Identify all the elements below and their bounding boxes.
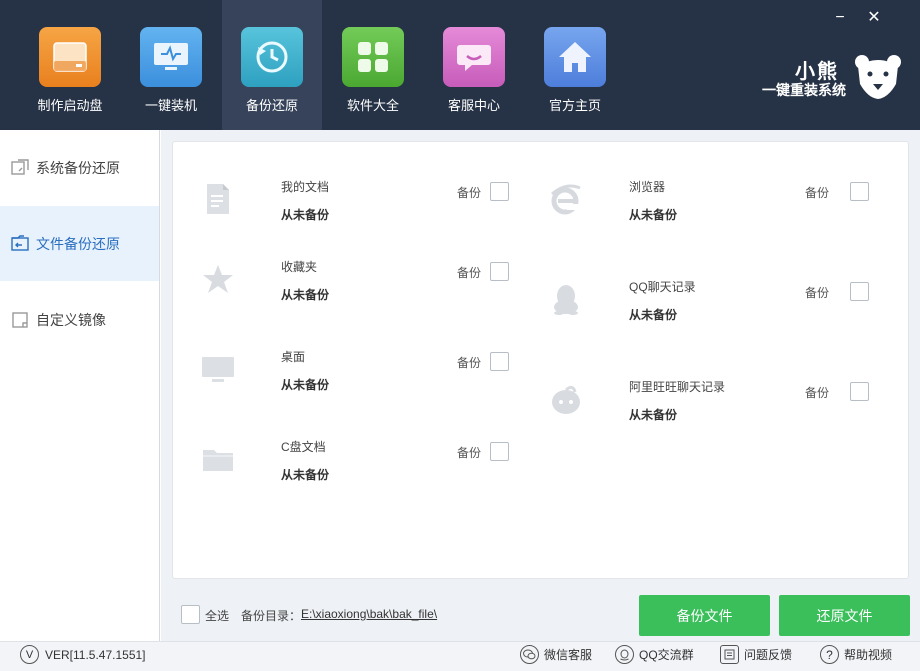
- entry-status: 从未备份: [629, 408, 678, 422]
- backup-entry-c-drive-docs: C盘文档 从未备份 备份: [201, 432, 541, 492]
- entry-status: 从未备份: [281, 378, 330, 392]
- version-text: VER[11.5.47.1551]: [45, 647, 146, 662]
- backup-checkbox-qq-chat[interactable]: [850, 282, 869, 301]
- desktop-icon: [201, 352, 235, 386]
- system-backup-icon: [11, 158, 29, 175]
- backup-dir-link[interactable]: E:\xiaoxiong\bak\bak_file\: [301, 607, 437, 621]
- entry-name: C盘文档: [281, 440, 326, 454]
- backup-entry-favorites: 收藏夹 从未备份 备份: [201, 252, 541, 312]
- chat-bubble-icon: [443, 27, 505, 87]
- nav-make-boot-disk[interactable]: 制作启动盘: [20, 0, 120, 130]
- custom-image-icon: [12, 311, 28, 328]
- select-all-checkbox[interactable]: [181, 605, 200, 624]
- entry-status: 从未备份: [281, 468, 330, 482]
- sidebar-item-custom-image[interactable]: 自定义镜像: [0, 282, 159, 357]
- backup-entry-my-documents: 我的文档 从未备份 备份: [201, 172, 541, 232]
- nav-label: 客服中心: [447, 98, 500, 113]
- entry-name: 桌面: [281, 350, 306, 364]
- version-icon: V: [20, 645, 39, 664]
- footer-link-label: 问题反馈: [744, 648, 793, 662]
- nav-label: 软件大全: [346, 98, 399, 113]
- nav-label: 官方主页: [548, 98, 601, 113]
- footer-link-feedback[interactable]: 问题反馈: [720, 645, 792, 664]
- nav-official-homepage[interactable]: 官方主页: [525, 0, 625, 130]
- backup-checkbox-c-drive-docs[interactable]: [490, 442, 509, 461]
- backup-entry-desktop: 桌面 从未备份 备份: [201, 342, 541, 402]
- entry-name: 收藏夹: [281, 260, 318, 274]
- sidebar-item-label: 自定义镜像: [36, 311, 106, 328]
- entry-name: 浏览器: [629, 180, 666, 194]
- bear-logo-icon: [852, 52, 904, 100]
- backup-entry-aliwangwang-chat: 阿里旺旺聊天记录 从未备份 备份: [549, 372, 889, 432]
- backup-label: 备份: [805, 386, 830, 400]
- backup-label: 备份: [457, 446, 482, 460]
- home-icon: [544, 27, 606, 87]
- document-icon: [201, 182, 235, 216]
- backup-checkbox-my-documents[interactable]: [490, 182, 509, 201]
- nav-label: 制作启动盘: [37, 98, 103, 113]
- footer-link-qq-group[interactable]: QQ交流群: [615, 645, 694, 664]
- backup-label: 备份: [457, 356, 482, 370]
- entry-status: 从未备份: [281, 288, 330, 302]
- entry-status: 从未备份: [281, 208, 330, 222]
- footer-link-label: 帮助视频: [844, 648, 893, 662]
- sidebar-item-label: 系统备份还原: [36, 159, 120, 176]
- monitor-icon: [140, 27, 202, 87]
- version-info[interactable]: V VER[11.5.47.1551]: [20, 645, 146, 664]
- backup-checkbox-browser[interactable]: [850, 182, 869, 201]
- footer-link-wechat-service[interactable]: 微信客服: [520, 645, 592, 664]
- backup-checkbox-favorites[interactable]: [490, 262, 509, 281]
- usb-drive-icon: [39, 27, 101, 87]
- backup-checkbox-aliwangwang-chat[interactable]: [850, 382, 869, 401]
- wechat-icon: [520, 645, 539, 664]
- footer-link-label: 微信客服: [544, 648, 593, 662]
- feedback-icon: [720, 645, 739, 664]
- entry-name: 阿里旺旺聊天记录: [629, 380, 726, 394]
- star-icon: [201, 262, 235, 296]
- backup-dir-label: 备份目录：: [241, 609, 302, 623]
- close-button[interactable]: ✕: [864, 8, 884, 28]
- restore-files-button[interactable]: 还原文件: [779, 595, 910, 636]
- select-all-label: 全选: [205, 609, 230, 623]
- nav-software-center[interactable]: 软件大全: [323, 0, 423, 130]
- nav-backup-restore[interactable]: 备份还原: [222, 0, 322, 130]
- backup-files-button[interactable]: 备份文件: [639, 595, 770, 636]
- qq-icon: [615, 645, 634, 664]
- folder-icon: [201, 442, 235, 476]
- sidebar-item-system-backup[interactable]: 系统备份还原: [0, 130, 159, 205]
- entry-status: 从未备份: [629, 308, 678, 322]
- apps-grid-icon: [342, 27, 404, 87]
- nav-customer-service[interactable]: 客服中心: [424, 0, 524, 130]
- nav-label: 备份还原: [245, 98, 298, 113]
- help-icon: ?: [820, 645, 839, 664]
- backup-entry-browser: 浏览器 从未备份 备份: [549, 172, 889, 232]
- backup-label: 备份: [457, 266, 482, 280]
- nav-label: 一键装机: [144, 98, 197, 113]
- file-backup-icon: [11, 234, 29, 251]
- entry-name: 我的文档: [281, 180, 330, 194]
- nav-one-click-install[interactable]: 一键装机: [121, 0, 221, 130]
- restore-icon: [241, 27, 303, 87]
- entry-status: 从未备份: [629, 208, 678, 222]
- backup-label: 备份: [805, 186, 830, 200]
- sidebar-item-file-backup[interactable]: 文件备份还原: [0, 206, 159, 281]
- minimize-button[interactable]: −: [830, 8, 850, 28]
- backup-entry-qq-chat: QQ聊天记录 从未备份 备份: [549, 272, 889, 332]
- backup-label: 备份: [457, 186, 482, 200]
- sidebar: 系统备份还原 文件备份还原 自定义镜像: [0, 130, 160, 641]
- footer-link-label: QQ交流群: [639, 648, 694, 662]
- qq-penguin-icon: [549, 282, 583, 316]
- footer-link-help-video[interactable]: ? 帮助视频: [820, 645, 892, 664]
- backup-checkbox-desktop[interactable]: [490, 352, 509, 371]
- browser-ie-icon: [549, 182, 583, 216]
- brand-slogan: 一键重装系统: [762, 82, 846, 98]
- entry-name: QQ聊天记录: [629, 280, 696, 294]
- backup-items-panel: 我的文档 从未备份 备份 收藏夹 从未备份 备份 桌面 从未备份 备份 C盘文档…: [172, 141, 909, 579]
- aliwangwang-icon: [549, 382, 583, 416]
- backup-label: 备份: [805, 286, 830, 300]
- sidebar-item-label: 文件备份还原: [36, 235, 120, 252]
